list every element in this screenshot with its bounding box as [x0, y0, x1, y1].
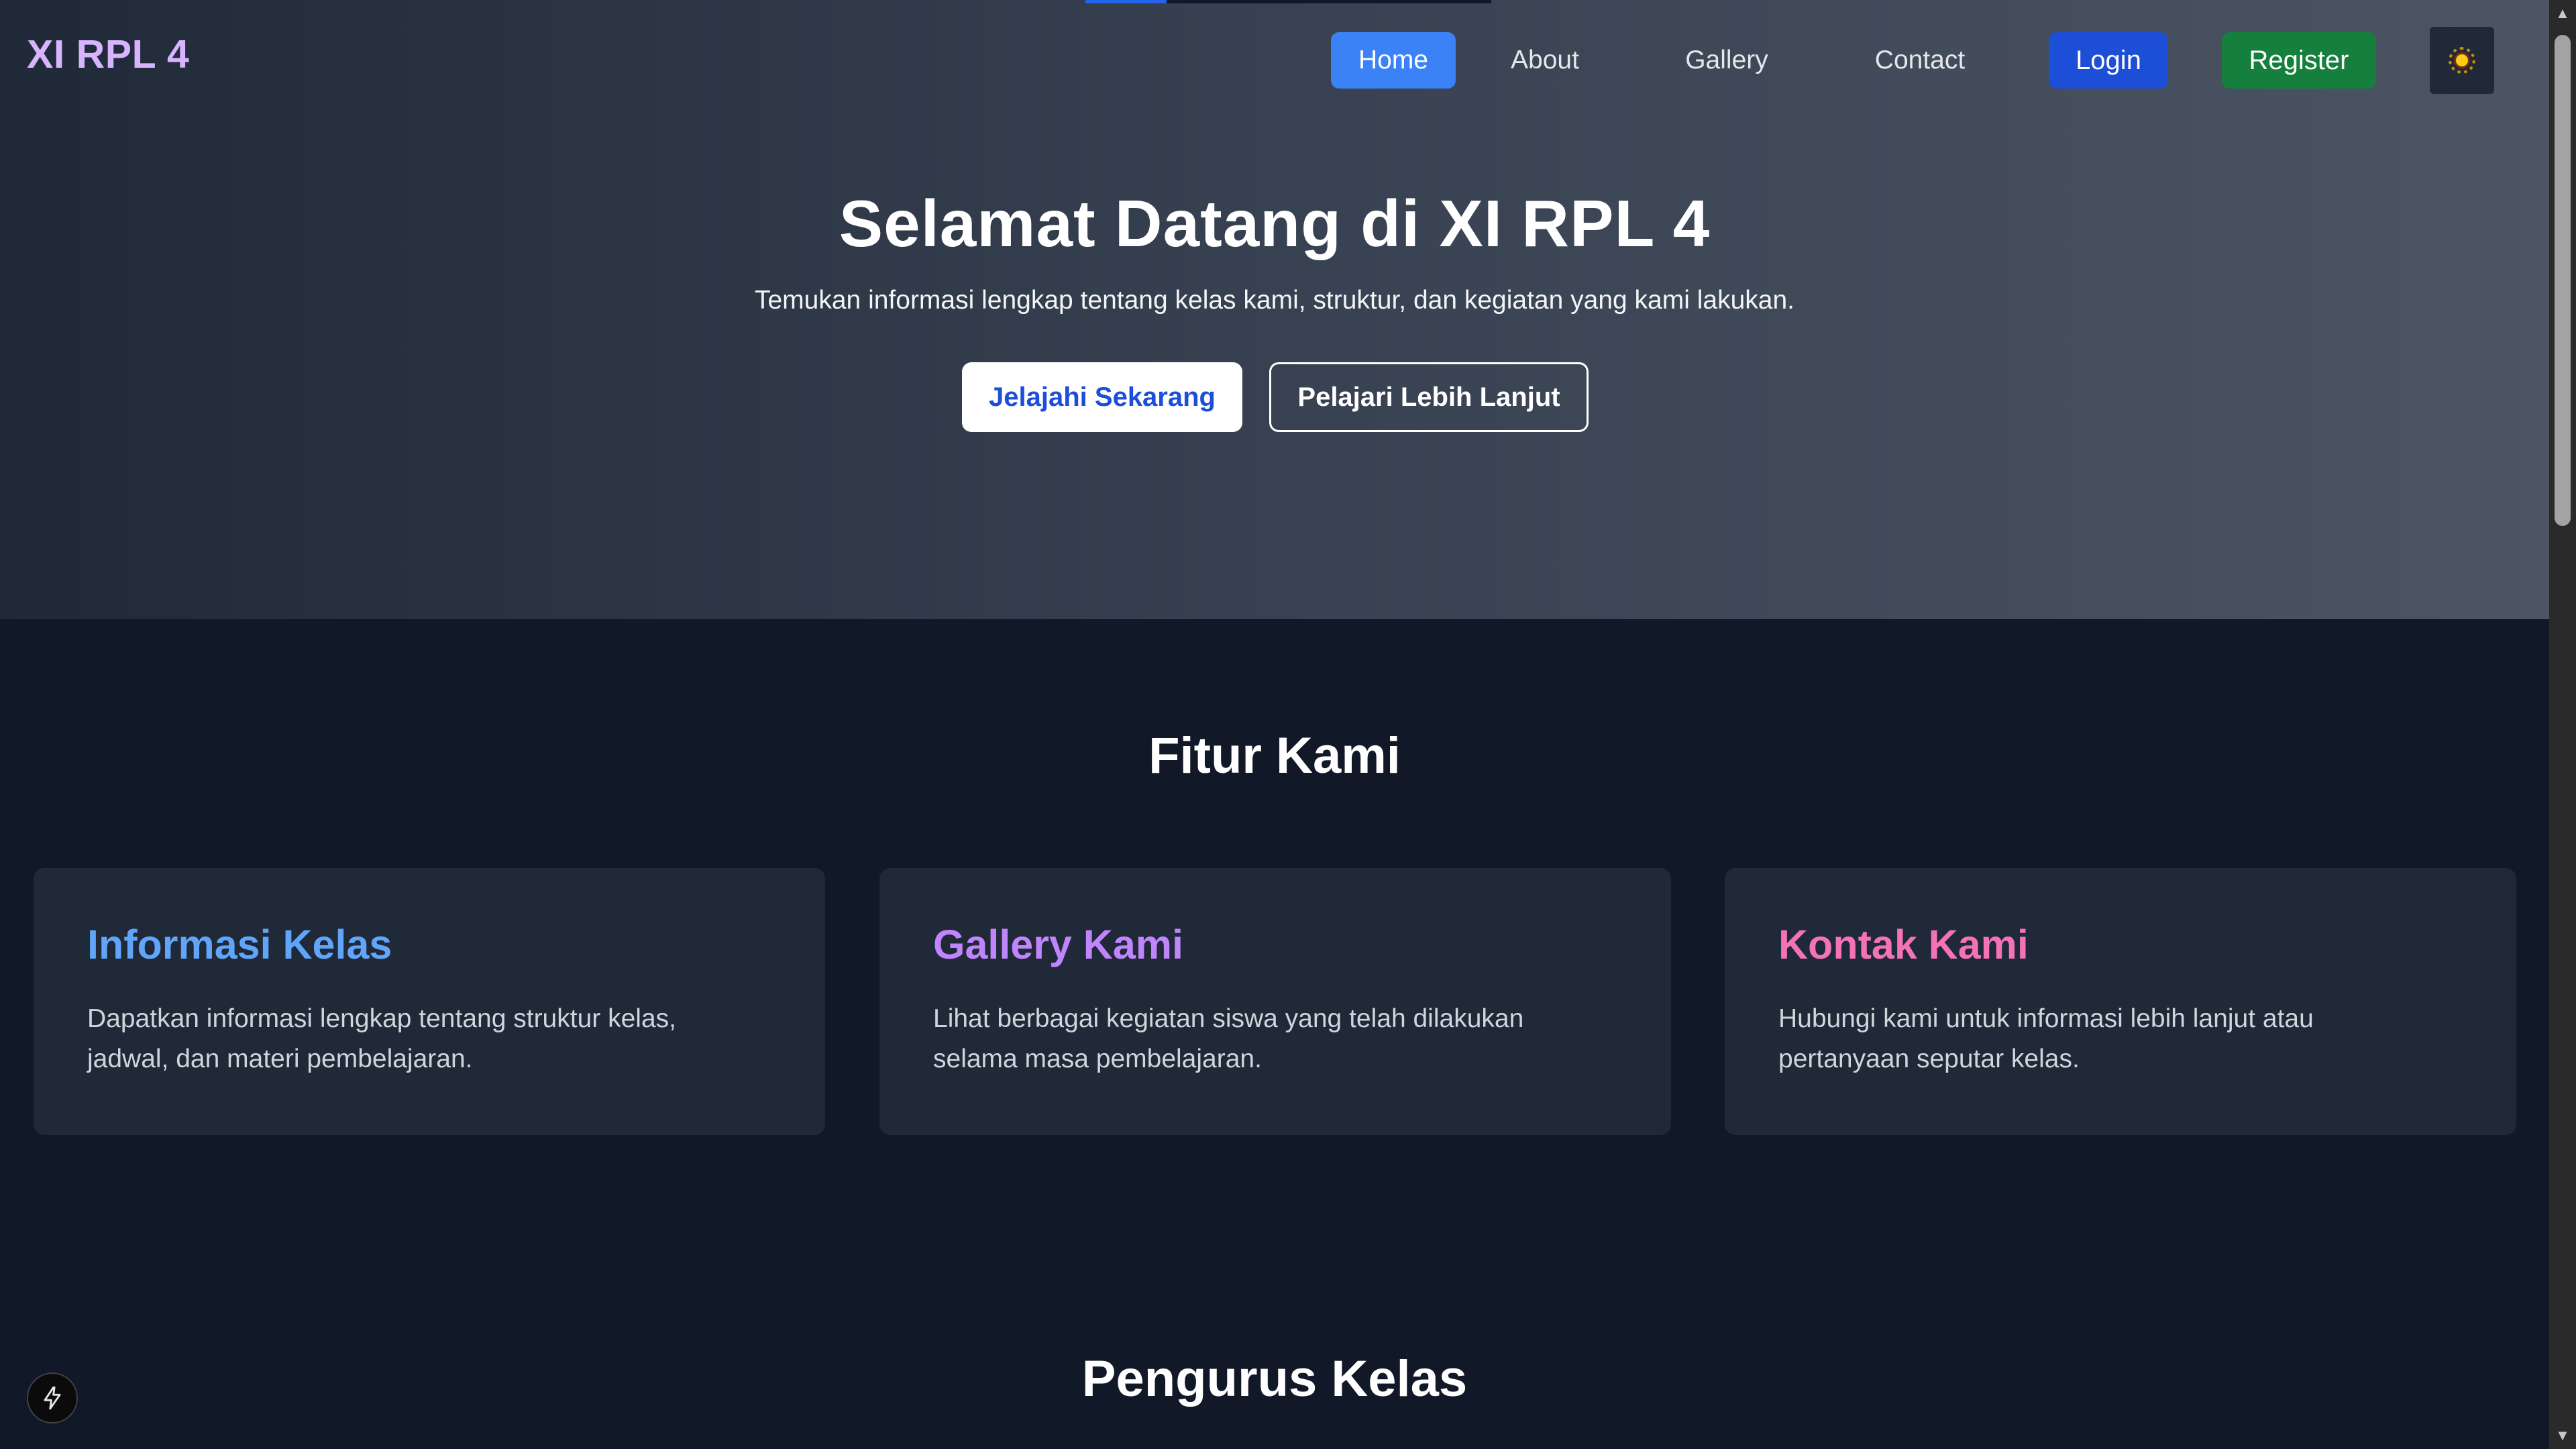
- hero-actions: Jelajahi Sekarang Pelajari Lebih Lanjut: [962, 362, 1589, 432]
- feature-card-contact[interactable]: Kontak Kami Hubungi kami untuk informasi…: [1725, 868, 2516, 1135]
- dev-tools-badge[interactable]: [27, 1373, 78, 1424]
- lightning-icon: [44, 1386, 61, 1410]
- explore-now-button[interactable]: Jelajahi Sekarang: [962, 362, 1242, 432]
- main-nav: Home About Gallery Contact Login Registe…: [1331, 27, 2494, 94]
- hero-subtitle: Temukan informasi lengkap tentang kelas …: [754, 286, 1794, 315]
- learn-more-button[interactable]: Pelajari Lebih Lanjut: [1269, 362, 1589, 432]
- feature-card-class-info[interactable]: Informasi Kelas Dapatkan informasi lengk…: [34, 868, 825, 1135]
- scrollbar[interactable]: ▲ ▼: [2549, 0, 2576, 1449]
- feature-card-gallery[interactable]: Gallery Kami Lihat berbagai kegiatan sis…: [879, 868, 1671, 1135]
- scroll-down-arrow-icon[interactable]: ▼: [2549, 1422, 2576, 1449]
- scrollbar-thumb[interactable]: [2555, 35, 2571, 526]
- register-button[interactable]: Register: [2222, 32, 2376, 89]
- hero-section: XI RPL 4 Home About Gallery Contact Logi…: [0, 0, 2549, 619]
- sun-icon: [2449, 47, 2475, 74]
- brand-logo[interactable]: XI RPL 4: [27, 35, 189, 74]
- scroll-up-arrow-icon[interactable]: ▲: [2549, 0, 2576, 27]
- nav-about-link[interactable]: About: [1508, 32, 1582, 89]
- nav-home-link[interactable]: Home: [1331, 32, 1456, 89]
- nav-gallery-link[interactable]: Gallery: [1683, 32, 1770, 89]
- feature-card-text: Hubungi kami untuk informasi lebih lanju…: [1778, 1004, 2314, 1073]
- login-button[interactable]: Login: [2049, 32, 2168, 89]
- theme-toggle-button[interactable]: [2430, 27, 2494, 94]
- feature-card-title: Gallery Kami: [933, 922, 1183, 967]
- feature-card-title: Informasi Kelas: [87, 922, 392, 967]
- nav-contact-link[interactable]: Contact: [1871, 32, 1969, 89]
- feature-card-text: Lihat berbagai kegiatan siswa yang telah…: [933, 1004, 1524, 1073]
- officers-title: Pengurus Kelas: [1081, 1350, 1468, 1407]
- feature-card-title: Kontak Kami: [1778, 922, 2029, 967]
- hero-title: Selamat Datang di XI RPL 4: [839, 186, 1711, 260]
- feature-card-text: Dapatkan informasi lengkap tentang struk…: [87, 1004, 676, 1073]
- top-progress-fill: [1085, 0, 1167, 3]
- top-progress-bar: [1085, 0, 1491, 3]
- page: XI RPL 4 Home About Gallery Contact Logi…: [0, 0, 2576, 1449]
- features-title: Fitur Kami: [1148, 727, 1401, 784]
